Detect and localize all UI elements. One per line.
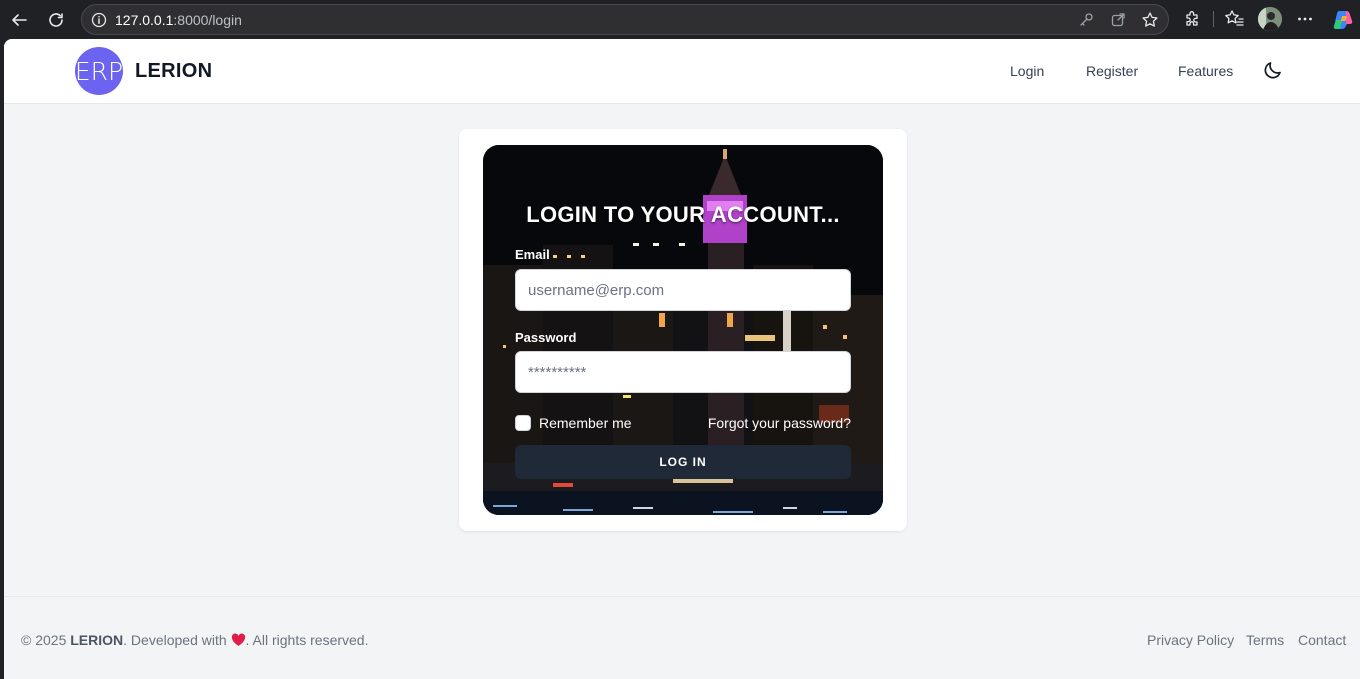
moon-icon[interactable] bbox=[1262, 59, 1284, 81]
footer-privacy-link[interactable]: Privacy Policy bbox=[1147, 632, 1234, 648]
email-field[interactable] bbox=[515, 269, 851, 311]
copilot-icon[interactable] bbox=[1332, 8, 1354, 30]
brand-name[interactable]: LERION bbox=[135, 60, 212, 83]
extensions-icon[interactable] bbox=[1182, 8, 1204, 30]
top-navbar: ERP LERION Login Register Features bbox=[4, 39, 1360, 104]
back-icon[interactable] bbox=[6, 7, 32, 33]
reload-icon[interactable] bbox=[43, 7, 69, 33]
site-info-icon[interactable] bbox=[90, 11, 108, 29]
forgot-password-link[interactable]: Forgot your password? bbox=[708, 415, 851, 431]
url-host: 127.0.0.1 bbox=[115, 12, 174, 28]
nav-link-register[interactable]: Register bbox=[1086, 63, 1138, 79]
password-field[interactable] bbox=[515, 351, 851, 393]
footer-copyright: © 2025 LERION. Developed with . All righ… bbox=[21, 632, 368, 650]
developed-text: . Developed with bbox=[123, 632, 231, 648]
browser-toolbar: 127.0.0.1:8000/login bbox=[0, 0, 1360, 39]
star-icon[interactable] bbox=[1141, 11, 1159, 29]
favorites-icon[interactable] bbox=[1223, 8, 1245, 30]
erp-logo[interactable]: ERP bbox=[75, 47, 123, 95]
key-icon[interactable] bbox=[1077, 11, 1095, 29]
logo-text: ERP bbox=[74, 56, 124, 86]
open-external-icon[interactable] bbox=[1109, 11, 1127, 29]
nav-link-features[interactable]: Features bbox=[1178, 63, 1233, 79]
address-bar[interactable]: 127.0.0.1:8000/login bbox=[81, 4, 1169, 35]
login-panel: LOGIN TO YOUR ACCOUNT... Email Password … bbox=[483, 145, 883, 515]
remember-me-label[interactable]: Remember me bbox=[539, 415, 632, 431]
login-button[interactable]: LOG IN bbox=[515, 445, 851, 479]
footer-terms-link[interactable]: Terms bbox=[1246, 632, 1284, 648]
heart-icon bbox=[231, 633, 246, 650]
more-menu-icon[interactable] bbox=[1294, 8, 1316, 30]
password-label: Password bbox=[515, 330, 577, 345]
login-card: LOGIN TO YOUR ACCOUNT... Email Password … bbox=[459, 129, 907, 531]
copyright-prefix: © 2025 bbox=[21, 632, 71, 648]
url-path: :8000/login bbox=[173, 12, 242, 28]
rights-text: . All rights reserved. bbox=[245, 632, 369, 648]
footer-brand: LERION bbox=[70, 632, 124, 648]
toolbar-divider bbox=[1213, 11, 1214, 27]
url-text[interactable]: 127.0.0.1:8000/login bbox=[115, 12, 242, 28]
nav-link-login[interactable]: Login bbox=[1010, 63, 1044, 79]
footer: © 2025 LERION. Developed with . All righ… bbox=[4, 596, 1360, 679]
footer-contact-link[interactable]: Contact bbox=[1298, 632, 1346, 648]
email-label: Email bbox=[515, 247, 550, 262]
login-title: LOGIN TO YOUR ACCOUNT... bbox=[526, 202, 840, 227]
remember-me-checkbox[interactable] bbox=[515, 415, 531, 431]
page-viewport: ERP LERION Login Register Features LOGIN… bbox=[4, 39, 1360, 679]
profile-avatar[interactable] bbox=[1258, 7, 1282, 31]
